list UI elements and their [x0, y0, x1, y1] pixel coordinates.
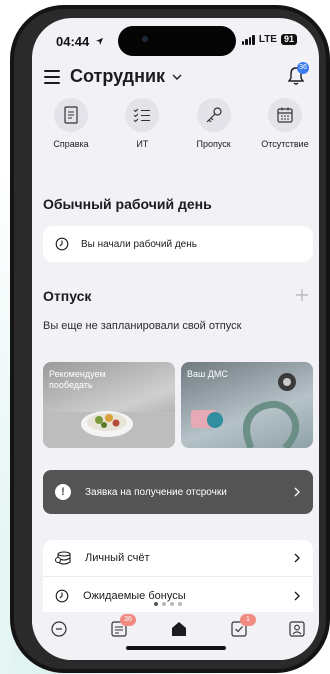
chevron-right-icon — [294, 487, 300, 497]
deferral-banner[interactable]: ! Заявка на получение отсрочки — [43, 470, 313, 514]
signal-icon — [241, 34, 255, 45]
account-list: Личный счёт Ожидаемые бонусы — [43, 540, 313, 620]
tab-home[interactable] — [170, 620, 190, 640]
list-item-label: Личный счёт — [85, 552, 150, 564]
vacation-empty-text: Вы еще не запланировали свой отпуск — [43, 320, 242, 332]
app-header: Сотрудник 36 — [44, 62, 309, 92]
home-indicator — [126, 646, 226, 650]
chevron-right-icon — [294, 553, 300, 563]
location-arrow-icon — [95, 37, 103, 46]
promo-carousel: Рекомендуем пообедать Ваш ДМС — [43, 362, 313, 448]
phone-screen: 04:44 LTE 91 Сотрудник 36 Справка ИТ Про… — [32, 18, 319, 660]
notifications-button[interactable]: 36 — [287, 62, 309, 88]
tab-profile[interactable] — [288, 620, 308, 640]
qa-label: ИТ — [136, 139, 149, 149]
qa-circle — [196, 98, 231, 132]
qa-label: Пропуск — [196, 139, 231, 149]
workday-title: Обычный рабочий день — [43, 196, 212, 212]
camera-dot — [142, 36, 148, 42]
dynamic-island — [118, 26, 236, 56]
qa-label: Отсутствие — [261, 139, 309, 149]
approvals-badge: 1 — [240, 614, 256, 626]
coins-icon — [55, 551, 71, 565]
tab-chat[interactable] — [50, 620, 70, 640]
page-title[interactable]: Сотрудник — [70, 66, 165, 87]
document-icon — [64, 106, 78, 124]
promo-card-insurance[interactable]: Ваш ДМС — [181, 362, 313, 448]
tab-bar: 36 1 — [32, 602, 319, 660]
chat-bubble-icon — [51, 621, 67, 637]
clock-icon — [55, 589, 69, 602]
list-item-bonuses[interactable]: Ожидаемые бонусы — [43, 577, 313, 614]
hamburger-menu-icon[interactable] — [44, 70, 60, 84]
quick-action-certificate[interactable]: Справка — [40, 98, 102, 149]
qa-circle — [125, 98, 160, 132]
tasks-badge: 36 — [120, 614, 136, 626]
alert-icon: ! — [55, 484, 71, 500]
list-item-label: Ожидаемые бонусы — [83, 589, 186, 602]
quick-action-it[interactable]: ИТ — [111, 98, 173, 149]
battery-icon: 91 — [280, 34, 297, 45]
qa-circle — [54, 98, 88, 132]
home-icon — [172, 622, 186, 636]
chevron-down-icon[interactable] — [172, 72, 182, 82]
workday-status: Вы начали рабочий день — [81, 238, 197, 250]
clock-icon — [55, 237, 69, 251]
checklist-icon — [133, 108, 151, 123]
quick-actions: Справка ИТ Пропуск Отсутствие — [40, 98, 316, 149]
chevron-right-icon — [294, 591, 300, 600]
promo-card-lunch[interactable]: Рекомендуем пообедать — [43, 362, 175, 448]
status-time-text: 04:44 — [56, 34, 90, 49]
deferral-text: Заявка на получение отсрочки — [85, 486, 227, 498]
status-indicators: LTE 91 — [241, 34, 297, 45]
status-time: 04:44 — [56, 34, 104, 49]
vacation-title: Отпуск — [43, 288, 92, 304]
add-vacation-plus-icon[interactable] — [295, 288, 309, 302]
quick-action-absence[interactable]: Отсутствие — [254, 98, 316, 149]
tab-tasks[interactable]: 36 — [110, 614, 136, 640]
calendar-icon — [277, 107, 293, 123]
notifications-badge: 36 — [297, 62, 309, 74]
promo-label: Ваш ДМС — [187, 369, 228, 379]
list-item-account[interactable]: Личный счёт — [43, 540, 313, 577]
qa-label: Справка — [53, 139, 89, 149]
quick-action-pass[interactable]: Пропуск — [183, 98, 245, 149]
tab-approvals[interactable]: 1 — [230, 614, 256, 640]
qa-circle — [267, 98, 302, 132]
carousel-page-dots — [154, 602, 182, 606]
promo-label: Рекомендуем пообедать — [49, 369, 106, 390]
network-label: LTE — [258, 34, 277, 45]
key-icon — [206, 107, 222, 123]
workday-card[interactable]: Вы начали рабочий день — [43, 226, 313, 262]
profile-card-icon — [289, 621, 305, 637]
